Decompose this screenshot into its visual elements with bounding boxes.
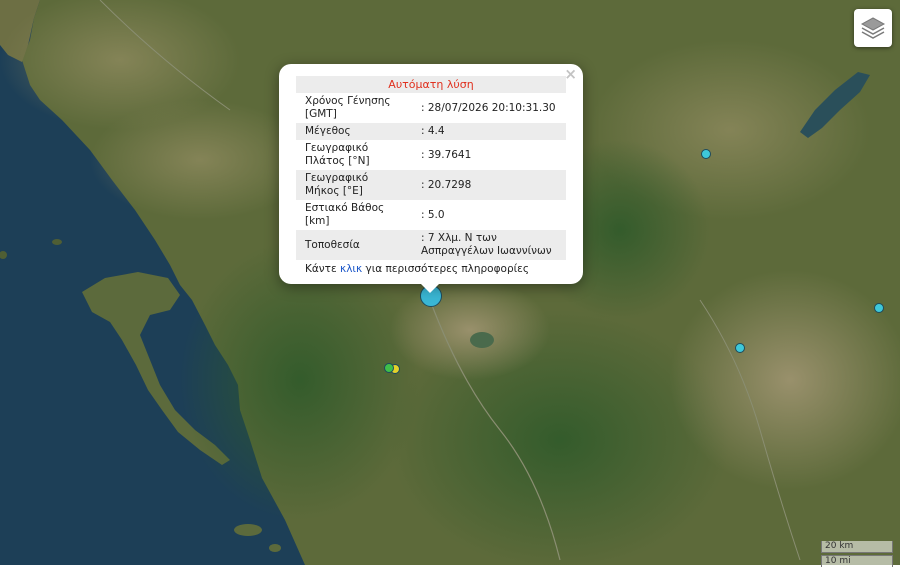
lake xyxy=(470,332,494,348)
terrain xyxy=(670,270,900,490)
label-origin-time: Χρόνος Γένησης [GMT] xyxy=(305,95,391,120)
value-magnitude: : 4.4 xyxy=(412,123,566,140)
islet xyxy=(269,544,281,552)
close-icon[interactable]: × xyxy=(564,66,577,82)
islet xyxy=(234,524,262,536)
earthquake-info-popup: × Αυτόματη λύση Χρόνος Γένησης [GMT] : 2… xyxy=(279,64,583,284)
layers-button[interactable] xyxy=(854,9,892,47)
value-origin-time: : 28/07/2026 20:10:31.30 xyxy=(421,101,556,114)
more-info-suffix: για περισσότερες πληροφορίες xyxy=(362,263,530,275)
label-latitude: Γεωγραφικό Πλάτος [°N] xyxy=(305,142,370,167)
earthquake-marker[interactable] xyxy=(735,343,745,353)
terrain xyxy=(390,280,550,380)
layers-icon xyxy=(860,17,886,39)
value-latitude: : 39.7641 xyxy=(421,148,472,161)
scale-bar-mi: 10 mi xyxy=(821,555,893,567)
earthquake-marker[interactable] xyxy=(701,149,711,159)
earthquake-marker-green[interactable] xyxy=(384,363,394,373)
popup-tip xyxy=(420,283,440,293)
label-depth: Εστιακό Βάθος [km] xyxy=(305,202,385,227)
label-location: Τοποθεσία xyxy=(296,230,412,260)
more-info-link[interactable]: κλικ xyxy=(340,263,362,275)
more-info-prefix: Κάντε xyxy=(305,263,341,275)
popup-title: Αυτόματη λύση xyxy=(296,76,566,93)
value-longitude: : 20.7298 xyxy=(412,170,566,200)
islet xyxy=(52,239,62,245)
value-depth: : 5.0 xyxy=(421,208,445,221)
label-longitude: Γεωγραφικό Μήκος [°E] xyxy=(296,170,412,200)
earthquake-marker[interactable] xyxy=(874,303,884,313)
label-magnitude: Μέγεθος xyxy=(296,123,412,140)
more-info-text: Κάντε κλικ για περισσότερες πληροφορίες xyxy=(296,260,565,278)
value-location: : 7 Χλμ. Ν των Ασπραγγέλων Ιωαννίνων xyxy=(412,230,566,260)
earthquake-info-table: Αυτόματη λύση Χρόνος Γένησης [GMT] : 28/… xyxy=(296,76,566,260)
scale-bar-km: 20 km xyxy=(821,541,893,553)
terrain xyxy=(90,100,310,220)
